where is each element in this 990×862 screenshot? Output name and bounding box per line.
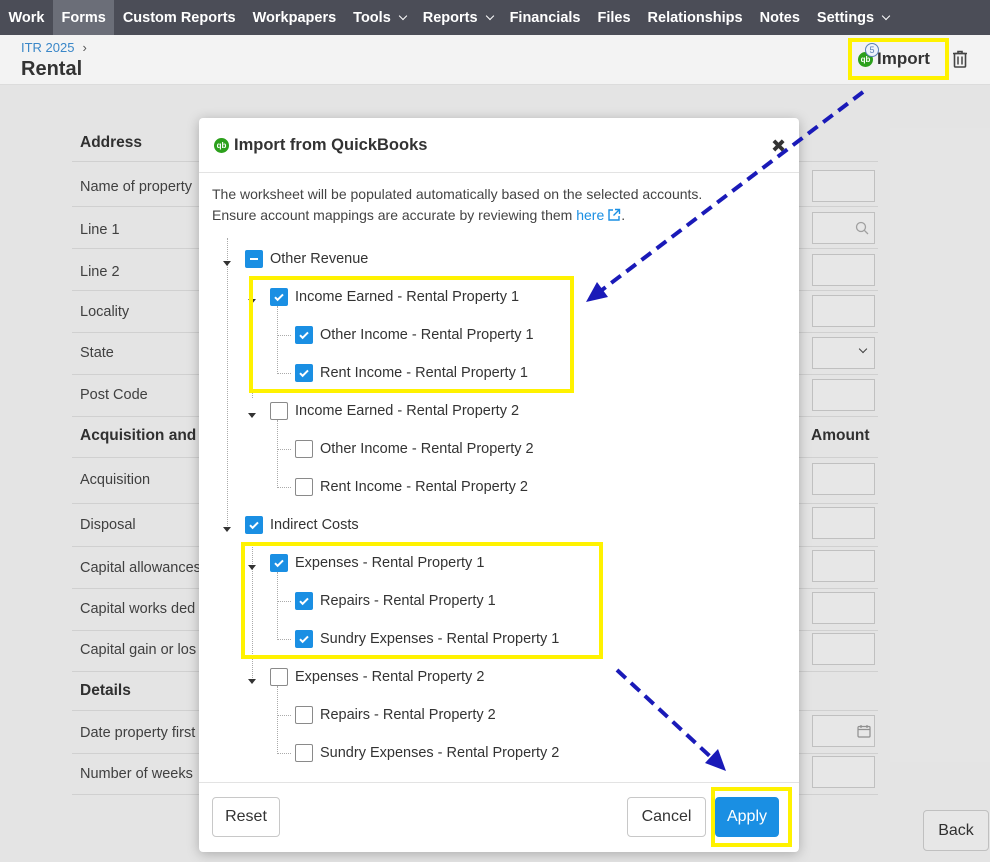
tree-connector [277, 487, 291, 488]
chevron-down-icon [398, 11, 408, 21]
description-text: . [621, 207, 626, 223]
expand-toggle-icon[interactable] [248, 413, 256, 418]
nav-label: Financials [509, 9, 581, 26]
tree-connector [277, 715, 291, 716]
breadcrumb-link[interactable]: ITR 2025 [21, 40, 74, 55]
nav-label: Work [8, 9, 45, 26]
checkbox[interactable] [295, 478, 313, 496]
nav-reports[interactable]: Reports [414, 0, 501, 35]
tree-node-label: Indirect Costs [270, 517, 359, 533]
tree-node-expenses-2[interactable]: Expenses - Rental Property 2 [270, 667, 484, 687]
tree-connector [227, 238, 228, 528]
description-line: The worksheet will be populated automati… [212, 186, 703, 202]
nav-label: Notes [759, 9, 800, 26]
nav-label: Custom Reports [122, 9, 236, 26]
tree-node-other-revenue[interactable]: Other Revenue [245, 249, 368, 269]
tree-node-rent-income-2[interactable]: Rent Income - Rental Property 2 [295, 477, 528, 497]
tree-connector [277, 753, 291, 754]
external-link-icon[interactable] [607, 208, 621, 222]
checkbox[interactable] [295, 744, 313, 762]
nav-files[interactable]: Files [589, 0, 639, 35]
nav-custom-reports[interactable]: Custom Reports [114, 0, 244, 35]
modal-footer [199, 782, 799, 852]
nav-workpapers[interactable]: Workpapers [244, 0, 345, 35]
description-text: Ensure account mappings are accurate by … [212, 207, 573, 223]
tree-node-label: Sundry Expenses - Rental Property 2 [320, 745, 560, 761]
reset-button[interactable]: Reset [212, 797, 280, 837]
check-icon [249, 521, 259, 530]
modal-title: Import from QuickBooks [234, 135, 428, 154]
tree-node-sundry-2[interactable]: Sundry Expenses - Rental Property 2 [295, 743, 559, 763]
top-navigation: Work Forms Custom Reports Workpapers Too… [0, 0, 990, 35]
import-label: Import [877, 49, 930, 68]
import-modal: qb Import from QuickBooks ✖ The workshee… [199, 118, 799, 852]
apply-button[interactable]: Apply [715, 797, 779, 837]
tree-node-repairs-2[interactable]: Repairs - Rental Property 2 [295, 705, 496, 725]
highlight-box [249, 276, 574, 393]
nav-label: Reports [422, 9, 478, 26]
checkbox[interactable] [295, 706, 313, 724]
nav-label: Forms [61, 9, 106, 26]
nav-relationships[interactable]: Relationships [639, 0, 751, 35]
tree-node-indirect-costs[interactable]: Indirect Costs [245, 515, 359, 535]
trash-icon[interactable] [950, 49, 970, 69]
chevron-down-icon [485, 11, 494, 21]
nav-label: Relationships [647, 9, 743, 26]
modal-header: qb Import from QuickBooks [199, 118, 799, 173]
tree-node-label: Other Income - Rental Property 2 [320, 441, 534, 457]
nav-work[interactable]: Work [0, 0, 53, 35]
checkbox[interactable] [270, 668, 288, 686]
highlight-box [241, 542, 603, 659]
page-title: Rental [21, 58, 83, 80]
nav-label: Settings [816, 9, 875, 26]
modal-description: The worksheet will be populated automati… [212, 184, 702, 226]
tree-node-label: Other Revenue [270, 251, 369, 267]
tree-node-label: Repairs - Rental Property 2 [320, 707, 496, 723]
nav-tools[interactable]: Tools [345, 0, 415, 35]
tree-node-income-earned-2[interactable]: Income Earned - Rental Property 2 [270, 401, 519, 421]
import-button[interactable]: qb 5 Import [848, 38, 949, 80]
breadcrumb: ITR 2025 › [21, 40, 87, 55]
nav-financials[interactable]: Financials [501, 0, 589, 35]
nav-label: Tools [353, 9, 391, 26]
tree-node-label: Income Earned - Rental Property 2 [295, 403, 520, 419]
expand-toggle-icon[interactable] [223, 261, 231, 266]
nav-label: Workpapers [252, 9, 337, 26]
mappings-link[interactable]: here [576, 207, 604, 223]
breadcrumb-separator: › [82, 40, 87, 55]
tree-node-label: Rent Income - Rental Property 2 [320, 479, 528, 495]
tree-node-other-income-2[interactable]: Other Income - Rental Property 2 [295, 439, 534, 459]
nav-settings[interactable]: Settings [808, 0, 897, 35]
cancel-button[interactable]: Cancel [627, 797, 706, 837]
checkbox[interactable] [245, 516, 263, 534]
checkbox[interactable] [270, 402, 288, 420]
tree-connector [277, 686, 278, 754]
import-count-badge: 5 [865, 42, 879, 57]
nav-forms[interactable]: Forms [53, 0, 115, 35]
quickbooks-icon: qb 5 [858, 42, 879, 67]
partial-checkbox[interactable] [245, 250, 263, 268]
expand-toggle-icon[interactable] [248, 679, 256, 684]
quickbooks-icon: qb [214, 137, 229, 153]
minus-icon [250, 258, 258, 260]
nav-label: Files [597, 9, 631, 26]
tree-connector [277, 420, 278, 488]
page-header: ITR 2025 › Rental [0, 35, 990, 85]
chevron-down-icon [881, 11, 891, 21]
tree-node-label: Expenses - Rental Property 2 [295, 669, 485, 685]
tree-connector [277, 449, 291, 450]
expand-toggle-icon[interactable] [223, 527, 231, 532]
description-line: Ensure account mappings are accurate by … [212, 205, 702, 226]
nav-notes[interactable]: Notes [751, 0, 808, 35]
close-icon[interactable]: ✖ [771, 137, 786, 155]
checkbox[interactable] [295, 440, 313, 458]
